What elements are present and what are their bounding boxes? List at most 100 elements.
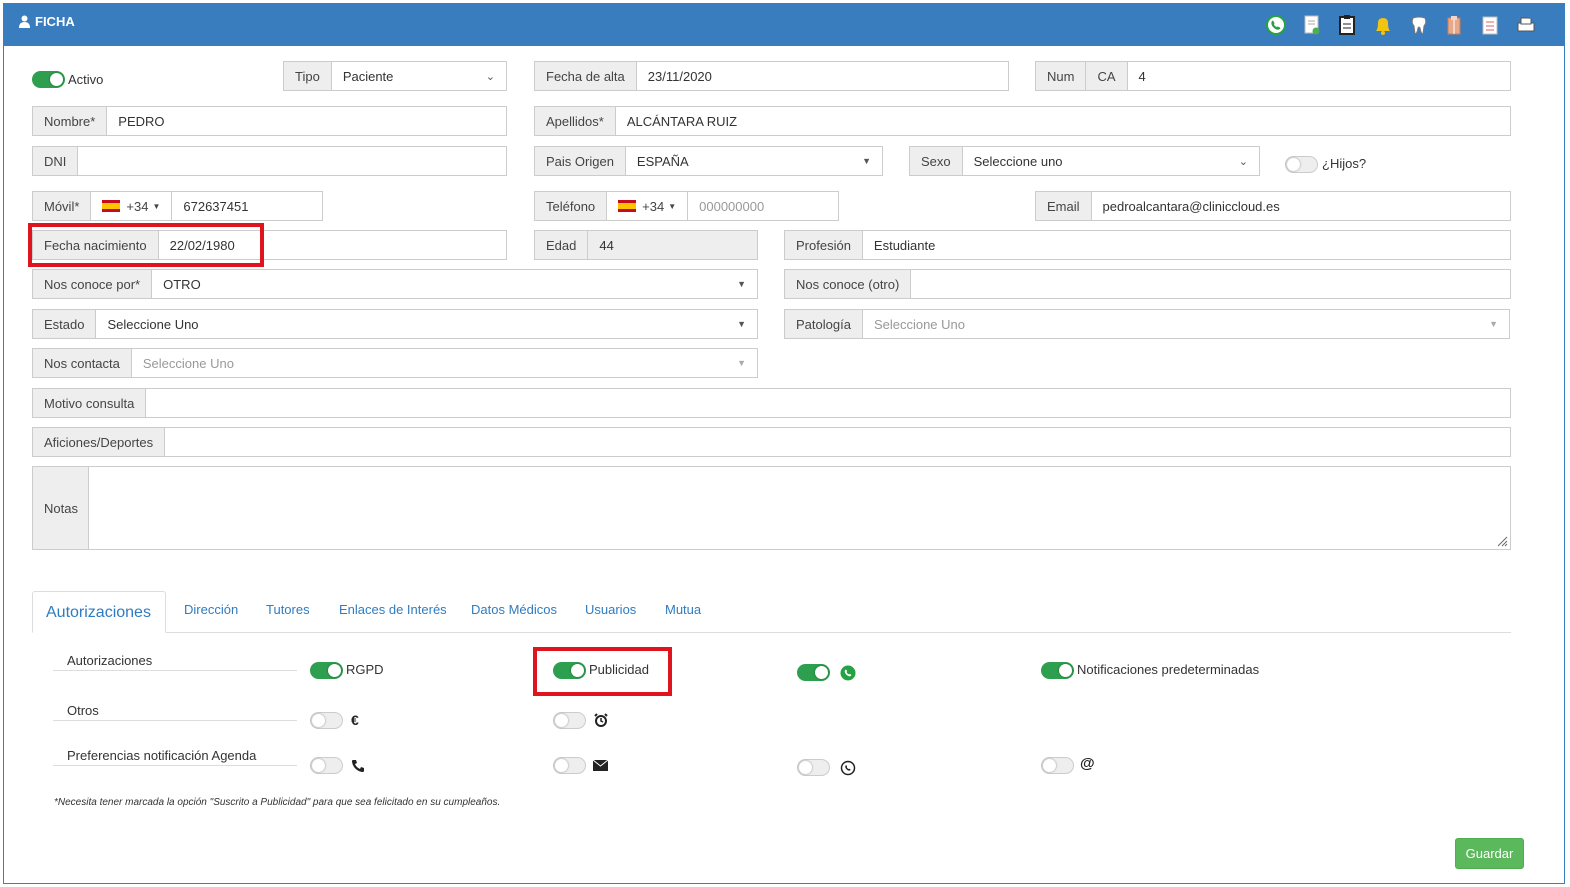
tab-mutua[interactable]: Mutua: [665, 602, 701, 617]
profesion-label: Profesión: [785, 231, 863, 259]
num-field[interactable]: Num CA 4: [1035, 61, 1511, 91]
email-switch[interactable]: [553, 757, 586, 774]
telefono-country-select[interactable]: +34 ▼: [607, 192, 689, 220]
nos-contacta-placeholder: Seleccione Uno: [142, 355, 234, 371]
dni-field[interactable]: DNI: [32, 146, 507, 176]
nos-conoce-por-value: OTRO: [163, 276, 201, 292]
printer-icon[interactable]: [1515, 14, 1537, 36]
nos-conoce-otro-label: Nos conoce (otro): [785, 270, 912, 298]
whatsapp-icon[interactable]: [1265, 14, 1287, 36]
estado-field[interactable]: Estado Seleccione Uno ▼: [32, 309, 758, 339]
movil-code: +34: [126, 198, 149, 214]
tipo-value: Paciente: [342, 68, 394, 84]
nos-conoce-por-label: Nos conoce por*: [33, 270, 153, 298]
movil-input[interactable]: 672637451: [172, 192, 322, 220]
spain-flag-icon: [102, 200, 121, 212]
apellidos-input[interactable]: ALCÁNTARA RUIZ: [616, 107, 1510, 135]
notificaciones-switch[interactable]: [1041, 662, 1074, 679]
tab-enlaces[interactable]: Enlaces de Interés: [339, 602, 447, 617]
whatsapp-icon: [840, 665, 856, 681]
dni-input[interactable]: [78, 147, 506, 175]
tab-autorizaciones-label: Autorizaciones: [46, 604, 151, 621]
bag-icon[interactable]: [1443, 14, 1465, 36]
pais-origen-select[interactable]: ESPAÑA ▼: [626, 147, 882, 175]
nos-conoce-por-field[interactable]: Nos conoce por* OTRO ▼: [32, 269, 758, 299]
tab-tutores[interactable]: Tutores: [266, 602, 310, 617]
movil-country-select[interactable]: +34 ▼: [91, 192, 173, 220]
tipo-select[interactable]: Paciente ⌄: [332, 62, 506, 90]
nombre-input[interactable]: PEDRO: [107, 107, 506, 135]
patologia-field[interactable]: Patología Seleccione Uno ▼: [784, 309, 1510, 339]
email-label: Email: [1036, 192, 1092, 220]
checklist-icon[interactable]: [1479, 14, 1501, 36]
telefono-input[interactable]: 000000000: [688, 192, 838, 220]
patologia-select[interactable]: Seleccione Uno ▼: [863, 310, 1509, 338]
alarm-switch[interactable]: [553, 712, 586, 729]
notificaciones-label: Notificaciones predeterminadas: [1077, 662, 1260, 677]
pais-origen-field[interactable]: Pais Origen ESPAÑA ▼: [534, 146, 883, 176]
tab-autorizaciones[interactable]: Autorizaciones: [32, 591, 166, 633]
activo-switch[interactable]: [32, 71, 65, 88]
document-icon[interactable]: [1301, 14, 1323, 36]
tab-datos-medicos[interactable]: Datos Médicos: [471, 602, 557, 617]
tipo-field[interactable]: Tipo Paciente ⌄: [283, 61, 507, 91]
tooth-icon[interactable]: [1408, 14, 1430, 36]
at-switch[interactable]: [1041, 757, 1074, 774]
telefono-field[interactable]: Teléfono +34 ▼ 000000000: [534, 191, 839, 221]
whatsapp-outline-icon: [840, 760, 856, 776]
email-field[interactable]: Email pedroalcantara@cliniccloud.es: [1035, 191, 1511, 221]
telefono-label: Teléfono: [535, 192, 608, 220]
nos-conoce-otro-field[interactable]: Nos conoce (otro): [784, 269, 1511, 299]
email-input[interactable]: pedroalcantara@cliniccloud.es: [1092, 192, 1510, 220]
num-prefix: CA: [1086, 62, 1128, 90]
notas-field[interactable]: Notas: [32, 466, 1511, 550]
fecha-alta-input[interactable]: 23/11/2020: [637, 62, 1008, 90]
caret-down-icon: ▼: [152, 201, 161, 211]
estado-select[interactable]: Seleccione Uno ▼: [96, 310, 757, 338]
profesion-input[interactable]: Estudiante: [863, 231, 1510, 259]
bell-icon[interactable]: [1372, 14, 1394, 36]
fecha-alta-label: Fecha de alta: [535, 62, 637, 90]
resize-handle-icon[interactable]: [1496, 535, 1508, 547]
sexo-field[interactable]: Sexo Seleccione uno ⌄: [909, 146, 1260, 176]
notas-textarea[interactable]: [89, 467, 1510, 549]
motivo-consulta-field[interactable]: Motivo consulta: [32, 388, 1511, 418]
num-input[interactable]: 4: [1128, 62, 1510, 90]
header-bar: FICHA: [4, 4, 1564, 46]
phone-switch[interactable]: [310, 757, 343, 774]
whatsapp-auth-switch[interactable]: [797, 664, 830, 681]
movil-label: Móvil*: [33, 192, 92, 220]
auth-row-autorizaciones-label: Autorizaciones: [67, 653, 153, 668]
num-label: Num: [1036, 62, 1087, 90]
sexo-select[interactable]: Seleccione uno ⌄: [963, 147, 1259, 175]
whatsapp-pref-switch[interactable]: [797, 759, 830, 776]
nos-contacta-field[interactable]: Nos contacta Seleccione Uno ▼: [32, 348, 758, 378]
profesion-field[interactable]: Profesión Estudiante: [784, 230, 1511, 260]
nos-conoce-por-select[interactable]: OTRO ▼: [152, 270, 757, 298]
nombre-label: Nombre*: [33, 107, 108, 135]
motivo-consulta-input[interactable]: [146, 389, 1510, 417]
clipboard-icon[interactable]: [1336, 14, 1358, 36]
rgpd-switch[interactable]: [310, 662, 343, 679]
notas-label: Notas: [33, 467, 89, 549]
tab-usuarios[interactable]: Usuarios: [585, 602, 636, 617]
divider: [53, 670, 297, 671]
header-title: FICHA: [18, 14, 75, 29]
aficiones-label: Aficiones/Deportes: [33, 428, 166, 456]
rgpd-label: RGPD: [346, 662, 384, 677]
nombre-field[interactable]: Nombre* PEDRO: [32, 106, 507, 136]
aficiones-field[interactable]: Aficiones/Deportes: [32, 427, 1511, 457]
auth-row-preferencias-label: Preferencias notificación Agenda: [67, 748, 257, 763]
aficiones-input[interactable]: [165, 428, 1510, 456]
hijos-switch[interactable]: [1285, 156, 1318, 173]
movil-field[interactable]: Móvil* +34 ▼ 672637451: [32, 191, 323, 221]
guardar-button[interactable]: Guardar: [1455, 838, 1524, 869]
apellidos-field[interactable]: Apellidos* ALCÁNTARA RUIZ: [534, 106, 1511, 136]
euro-switch[interactable]: [310, 712, 343, 729]
header-title-text: FICHA: [35, 14, 75, 29]
nos-contacta-select[interactable]: Seleccione Uno ▼: [132, 349, 757, 377]
tab-direccion[interactable]: Dirección: [184, 602, 238, 617]
fecha-alta-field[interactable]: Fecha de alta 23/11/2020: [534, 61, 1009, 91]
highlight-box-fecha-nacimiento: [28, 223, 264, 267]
nos-conoce-otro-input[interactable]: [911, 270, 1510, 298]
